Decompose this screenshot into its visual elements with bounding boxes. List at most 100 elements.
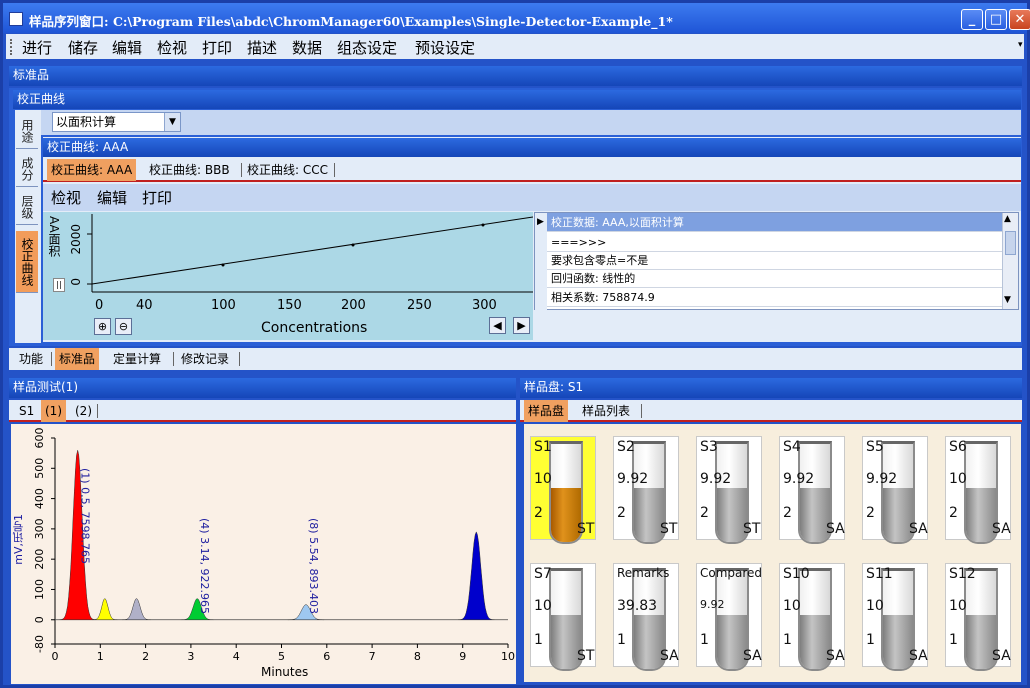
menu-data[interactable]: 数据 (292, 37, 322, 58)
tab-curve-aaa[interactable]: 校正曲线: AAA (47, 159, 137, 181)
tube-value-1: 39.83 (617, 598, 658, 614)
vtab-usage[interactable]: 用途 (16, 113, 38, 149)
tab-quantitation[interactable]: 定量计算 (109, 348, 165, 370)
sample-tube[interactable]: Remarks 39.83 1 SA (613, 563, 679, 671)
tab-sample-tray[interactable]: 样品盘 (524, 400, 569, 422)
standards-panel-header: 标准品 (9, 66, 1022, 86)
sample-tube[interactable]: Compared 9.92 1 SA (696, 563, 763, 671)
grid-row[interactable]: ===>>> (547, 233, 1002, 252)
zoom-out-icon[interactable]: ⊖ (115, 318, 132, 335)
tab-run-2[interactable]: (2) (71, 400, 96, 422)
grid-row[interactable]: 回归函数: 线性的 (547, 269, 1002, 288)
chrom-y-tick-label: 200 (33, 549, 46, 570)
scroll-left-icon[interactable]: ◀ (489, 317, 506, 334)
menu-edit[interactable]: 编辑 (112, 37, 142, 58)
sample-test-title: 样品测试(1) (13, 380, 78, 394)
menu-configure[interactable]: 组态设定 (337, 37, 397, 58)
chrom-x-tick-label: 6 (323, 650, 330, 663)
tube-value-2: 1 (617, 632, 626, 648)
scroll-up-icon[interactable]: ▲ (1004, 214, 1011, 224)
tab-s1[interactable]: S1 (15, 400, 38, 422)
tube-value-2: 2 (866, 505, 875, 521)
curve-menu-view[interactable]: 检视 (51, 187, 81, 208)
tube-type: SA (826, 648, 845, 664)
menu-save[interactable]: 储存 (68, 37, 98, 58)
tube-value-2: 2 (534, 505, 543, 521)
tab-revision-log[interactable]: 修改记录 (177, 348, 233, 370)
minimize-button[interactable]: _ (961, 9, 983, 30)
grid-row[interactable]: 要求包含零点=不是 (547, 251, 1002, 270)
chrom-x-tick-label: 2 (142, 650, 149, 663)
menu-describe[interactable]: 描述 (247, 37, 277, 58)
grid-row[interactable]: 相关系数: 758874.9 (547, 288, 1002, 307)
tab-curve-ccc[interactable]: 校正曲线: CCC (243, 159, 332, 181)
tube-value-2: 1 (866, 632, 875, 648)
chevron-down-icon[interactable]: ▾ (1018, 40, 1023, 50)
sample-tube[interactable]: S10 10 1 SA (779, 563, 845, 671)
tab-standards[interactable]: 标准品 (55, 348, 100, 370)
calibration-toolbar (41, 110, 1021, 135)
tab-separator (173, 352, 174, 366)
sample-tube[interactable]: S12 10 1 SA (945, 563, 1011, 671)
sample-tube[interactable]: S3 9.92 2 ST (696, 436, 762, 544)
curve-menu-edit[interactable]: 编辑 (97, 187, 127, 208)
menu-view[interactable]: 检视 (157, 37, 187, 58)
tab-curve-bbb[interactable]: 校正曲线: BBB (145, 159, 234, 181)
calculation-method-select[interactable]: 以面积计算 ▼ (52, 112, 181, 132)
tube-name: Compared (700, 566, 763, 580)
sample-tube[interactable]: S1 10 2 ST (530, 436, 596, 544)
zoom-in-icon[interactable]: ⊕ (94, 318, 111, 335)
calibration-chart: AA面积 || 2000 0 0 40 100 150 200 250 300 … (43, 212, 533, 340)
tube-type: SA (992, 521, 1011, 537)
tab-functions[interactable]: 功能 (15, 348, 47, 370)
sample-tube[interactable]: S7 10 1 ST (530, 563, 596, 671)
calibration-panel-title: 校正曲线 (17, 92, 66, 106)
vtab-calibration-curve[interactable]: 校正曲线 (16, 231, 38, 293)
calibration-point (221, 263, 225, 267)
chrom-x-tick-label: 8 (414, 650, 421, 663)
tube-value-1: 9.92 (783, 471, 815, 487)
sample-tube[interactable]: S11 10 1 SA (862, 563, 928, 671)
tube-type: SA (909, 521, 928, 537)
calib-x-tick: 300 (472, 298, 497, 313)
tube-value-2: 2 (617, 505, 626, 521)
tube-name: S4 (783, 439, 801, 455)
tube-value-2: 1 (949, 632, 958, 648)
tube-value-1: 10 (534, 598, 552, 614)
sample-test-header: 样品测试(1) (9, 378, 516, 398)
menu-run[interactable]: 进行 (22, 37, 52, 58)
chromatogram-peak (121, 598, 152, 621)
vtab-components[interactable]: 成分 (16, 151, 38, 187)
sample-tube[interactable]: S4 9.92 2 SA (779, 436, 845, 544)
maximize-button[interactable]: □ (985, 9, 1007, 30)
scroll-down-icon[interactable]: ▼ (1004, 295, 1011, 305)
chevron-down-icon[interactable]: ▼ (164, 113, 180, 131)
chrom-y-tick-label: 600 (33, 428, 46, 449)
tab-run-1[interactable]: (1) (41, 400, 66, 422)
close-button[interactable]: ✕ (1009, 9, 1030, 30)
menu-print[interactable]: 打印 (202, 37, 232, 58)
standards-panel-title: 标准品 (13, 68, 50, 82)
chromatogram-peak (457, 531, 495, 621)
sample-tube[interactable]: S2 9.92 2 ST (613, 436, 679, 544)
sample-tube[interactable]: S5 9.92 2 SA (862, 436, 928, 544)
tab-separator (51, 352, 52, 366)
chromatogram-plot: 600 500 400 300 200 100 0 -80 0 1 2 3 4 5 6 7 8 9 10 (1) 0.… (33, 428, 515, 664)
tab-separator (641, 404, 642, 418)
tube-name: S3 (700, 439, 718, 455)
menu-preferences[interactable]: 预设设定 (415, 37, 475, 58)
tab-sample-list[interactable]: 样品列表 (578, 400, 634, 422)
tab-separator (97, 404, 98, 418)
scroll-thumb[interactable] (1005, 231, 1016, 255)
curve-menu-print[interactable]: 打印 (142, 187, 172, 208)
tube-type: SA (992, 648, 1011, 664)
tube-name: S1 (534, 439, 552, 455)
grid-scrollbar[interactable]: ▲ ▼ (1002, 213, 1018, 309)
tube-value-2: 2 (949, 505, 958, 521)
tube-type: ST (577, 521, 595, 537)
calib-x-tick: 100 (211, 298, 236, 313)
vtab-levels[interactable]: 层级 (16, 189, 38, 225)
sample-tube[interactable]: S6 10 2 SA (945, 436, 1011, 544)
scroll-right-icon[interactable]: ▶ (513, 317, 530, 334)
calibration-data-grid: ▶ 校正数据: AAA,以面积计算 ===>>> 要求包含零点=不是 回归函数:… (534, 212, 1019, 311)
